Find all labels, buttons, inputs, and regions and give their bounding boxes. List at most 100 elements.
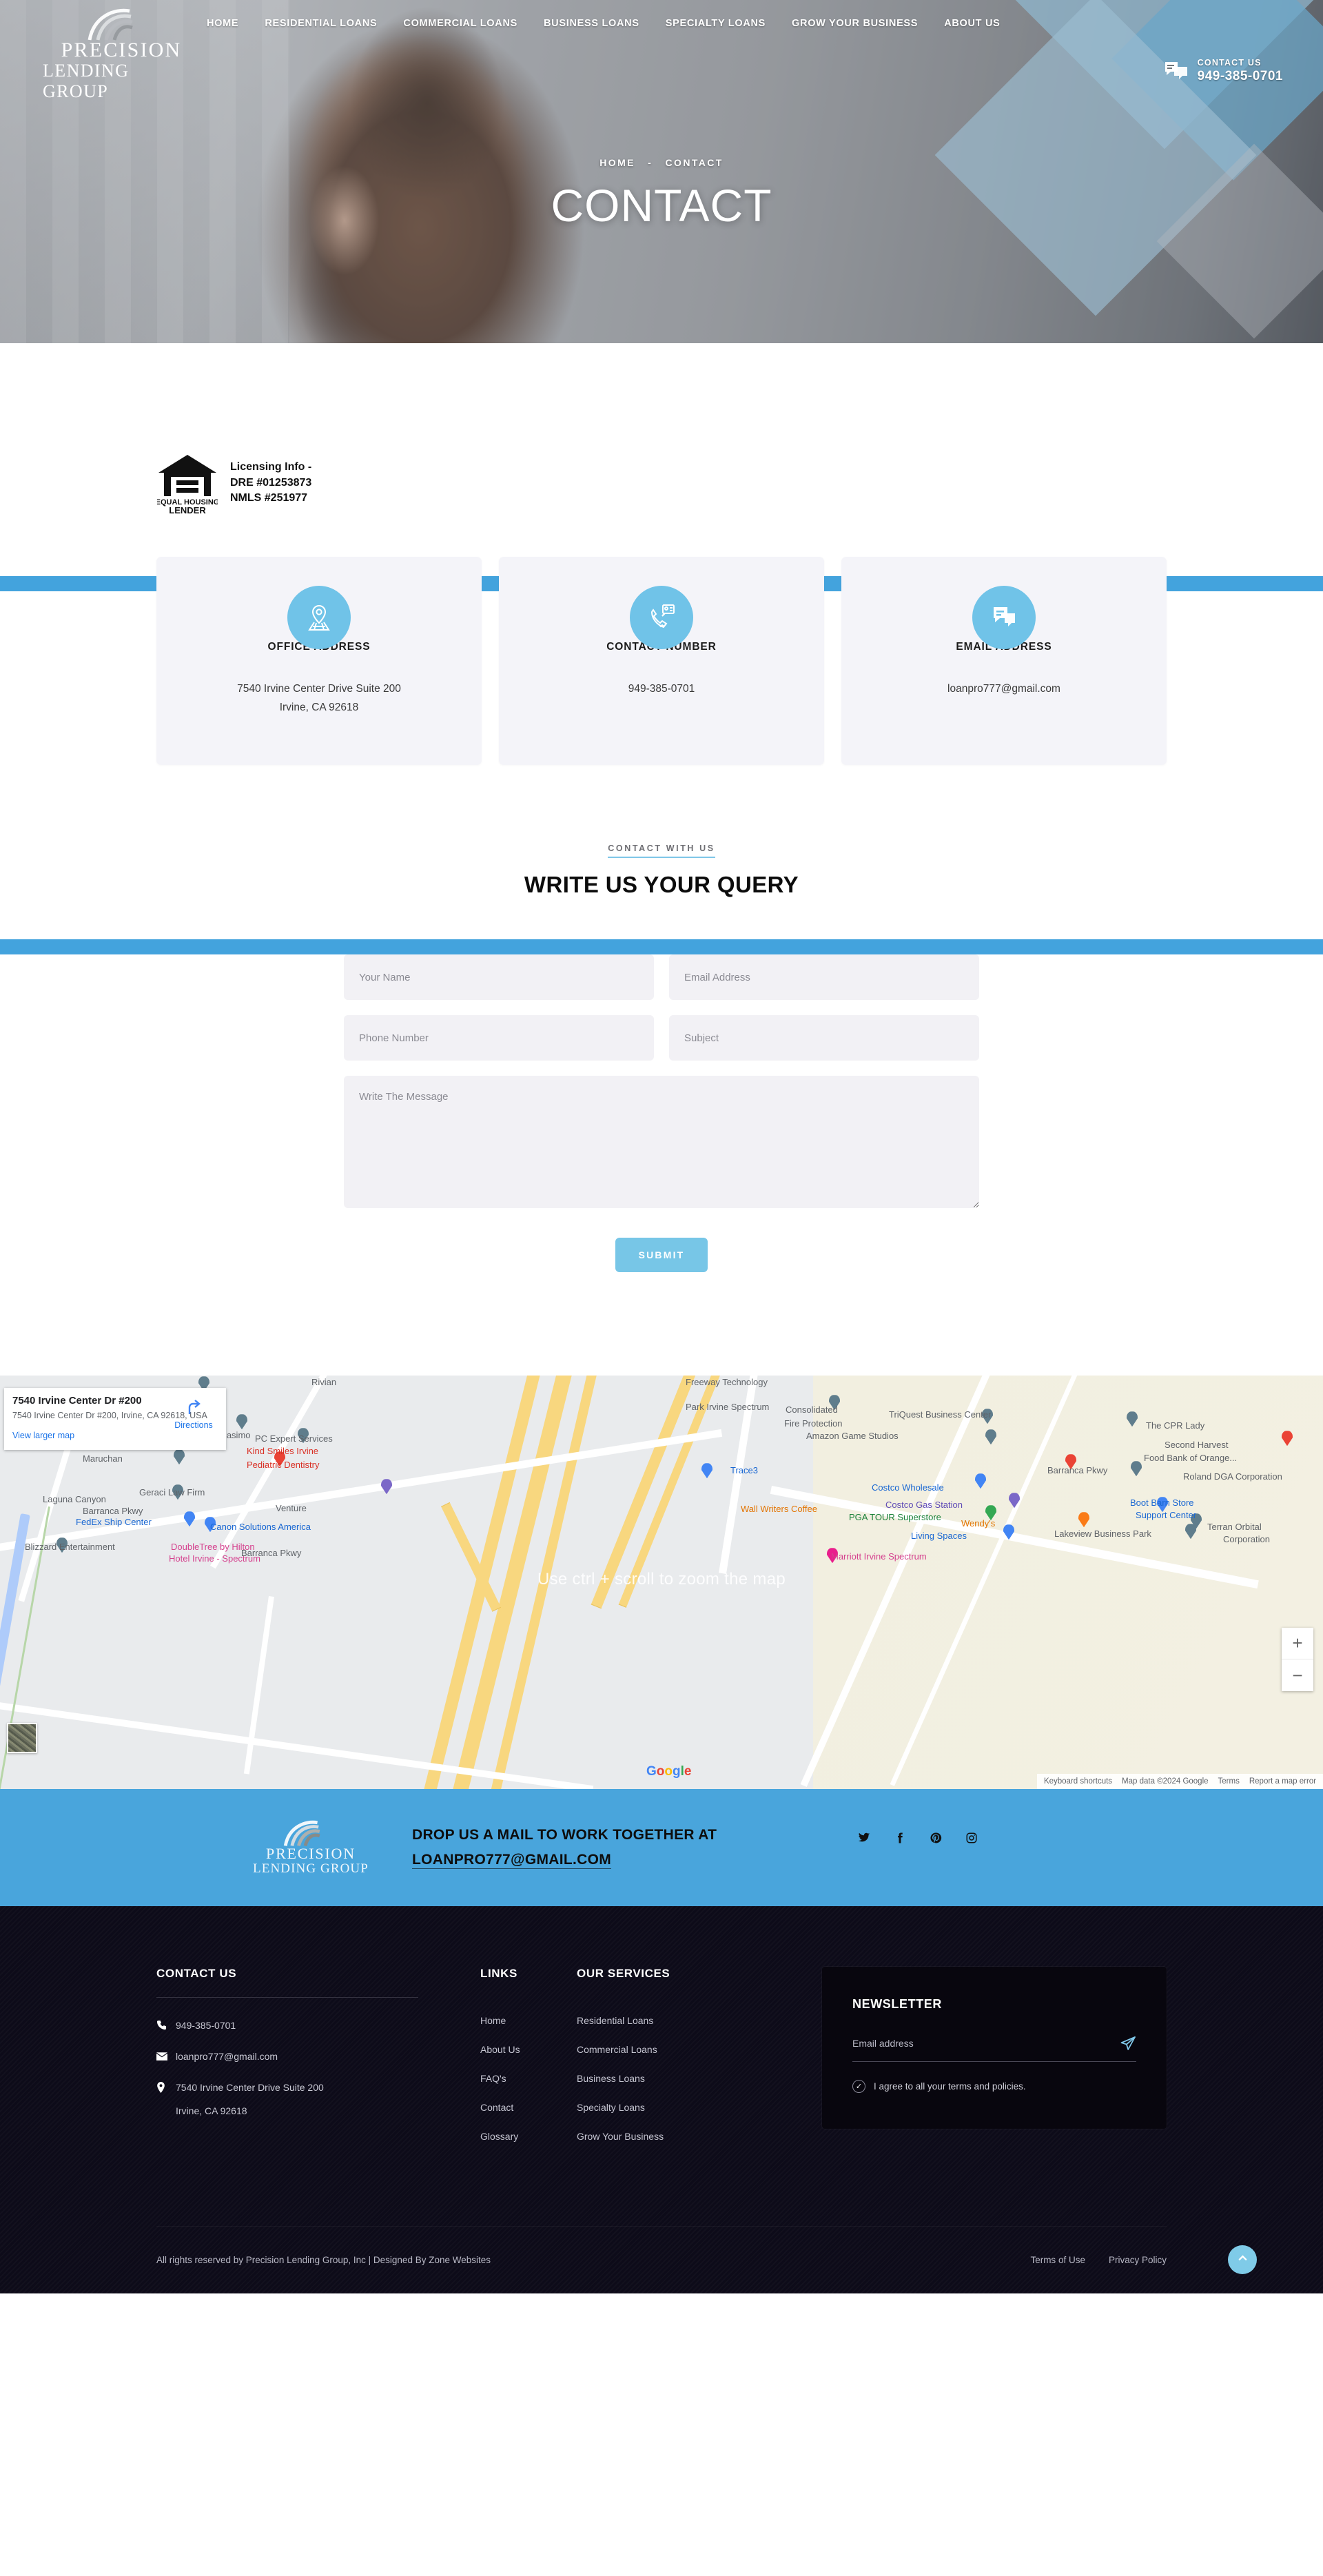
footer-contact-column: CONTACT US 949-385-0701 loanpro777@gmail…	[156, 1967, 453, 2116]
email-input[interactable]	[669, 954, 979, 1001]
nav-item-commercial-loans[interactable]: COMMERCIAL LOANS	[403, 18, 517, 29]
copyright-text: All rights reserved by Precision Lending…	[156, 2255, 491, 2266]
newsletter-agree-row[interactable]: ✓ I agree to all your terms and policies…	[852, 2080, 1136, 2094]
map-label: Laguna Canyon	[43, 1494, 106, 1505]
map-label: Costco Wholesale	[872, 1482, 944, 1493]
privacy-policy-link[interactable]: Privacy Policy	[1109, 2255, 1167, 2265]
section-title: WRITE US YOUR QUERY	[524, 872, 799, 898]
divider	[156, 1997, 418, 1999]
site-footer: CONTACT US 949-385-0701 loanpro777@gmail…	[0, 1906, 1323, 2294]
licensing-line-1: Licensing Info -	[230, 460, 312, 473]
map-zoom-controls[interactable]: + −	[1282, 1628, 1313, 1692]
name-input[interactable]	[344, 954, 654, 1001]
map-data-text: Map data ©2024 Google	[1122, 1777, 1209, 1786]
breadcrumb-current: CONTACT	[665, 157, 724, 168]
footer-link-faqs[interactable]: FAQ's	[480, 2073, 577, 2084]
footer-service-grow-your-business[interactable]: Grow Your Business	[577, 2131, 749, 2142]
footer-links-heading: LINKS	[480, 1967, 517, 1981]
nav-item-business-loans[interactable]: BUSINESS LOANS	[544, 18, 639, 29]
directions-icon	[185, 1400, 203, 1418]
newsletter-email-input[interactable]	[852, 2038, 1120, 2049]
footer-phone-item[interactable]: 949-385-0701	[156, 2018, 453, 2034]
send-icon[interactable]	[1120, 2035, 1136, 2052]
map-label: The CPR Lady	[1146, 1420, 1205, 1431]
map-label: Canon Solutions America	[210, 1522, 311, 1533]
map-info-card: 7540 Irvine Center Dr #200 7540 Irvine C…	[4, 1388, 226, 1450]
footer-service-specialty-loans[interactable]: Specialty Loans	[577, 2102, 749, 2113]
envelope-icon	[156, 2051, 167, 2065]
submit-button[interactable]: SUBMIT	[615, 1238, 708, 1273]
footer-service-commercial-loans[interactable]: Commercial Loans	[577, 2044, 749, 2055]
terms-of-use-link[interactable]: Terms of Use	[1030, 2255, 1085, 2265]
map-zoom-out-button[interactable]: −	[1282, 1659, 1313, 1691]
footer-newsletter-column: NEWSLETTER ✓ I agree to all your terms a…	[749, 1967, 1167, 2129]
facebook-icon[interactable]	[893, 1832, 907, 1844]
terms-link[interactable]: Terms	[1218, 1777, 1240, 1786]
keyboard-shortcuts-link[interactable]: Keyboard shortcuts	[1044, 1777, 1112, 1786]
map-label: Barranca Pkwy	[83, 1506, 143, 1517]
directions-button[interactable]: Directions	[171, 1398, 216, 1430]
footer-link-glossary[interactable]: Glossary	[480, 2131, 577, 2142]
chat-bubbles-icon	[1165, 61, 1188, 81]
map-label: Wall Writers Coffee	[741, 1504, 818, 1515]
breadcrumb-separator: -	[648, 157, 653, 168]
footer-link-about-us[interactable]: About Us	[480, 2044, 577, 2055]
nav-item-about-us[interactable]: ABOUT US	[944, 18, 1000, 29]
footer-link-home[interactable]: Home	[480, 2015, 577, 2026]
map-label: PC Expert Services	[255, 1433, 333, 1444]
scroll-to-top-button[interactable]	[1228, 2245, 1257, 2275]
newsletter-heading: NEWSLETTER	[852, 1997, 942, 2012]
cta-logo-line-2: LENDING GROUP	[253, 1861, 369, 1877]
header-contact-phone[interactable]: 949-385-0701	[1198, 69, 1283, 84]
contact-card-line-1: loanpro777@gmail.com	[947, 683, 1060, 695]
cta-band: PRECISION LENDING GROUP DROP US A MAIL T…	[0, 1789, 1323, 1907]
map-label: Support Center	[1136, 1510, 1197, 1521]
instagram-icon[interactable]	[965, 1832, 978, 1844]
nav-item-home[interactable]: HOME	[207, 18, 238, 29]
map-label: Trace3	[730, 1465, 758, 1476]
checkbox-checked-icon[interactable]: ✓	[852, 2080, 865, 2094]
footer-address-line-2: Irvine, CA 92618	[176, 2105, 247, 2117]
footer-service-residential-loans[interactable]: Residential Loans	[577, 2015, 749, 2026]
section-eyebrow: CONTACT WITH US	[608, 844, 715, 859]
map-label: Corporation	[1223, 1534, 1270, 1545]
satellite-thumbnail-button[interactable]	[7, 1723, 37, 1754]
cta-logo[interactable]: PRECISION LENDING GROUP	[245, 1819, 376, 1877]
phone-icon	[156, 2020, 167, 2034]
map-pin-icon	[287, 586, 351, 649]
cta-email-link[interactable]: LOANPRO777@GMAIL.COM	[412, 1852, 611, 1869]
logo-arc-icon	[283, 1819, 338, 1848]
breadcrumb-home[interactable]: HOME	[599, 157, 635, 168]
nav-item-specialty-loans[interactable]: SPECIALTY LOANS	[666, 18, 766, 29]
footer-service-business-loans[interactable]: Business Loans	[577, 2073, 749, 2084]
pinterest-icon[interactable]	[929, 1832, 943, 1844]
nav-item-residential-loans[interactable]: RESIDENTIAL LOANS	[265, 18, 377, 29]
footer-link-contact[interactable]: Contact	[480, 2102, 577, 2113]
map-label: Venture	[276, 1503, 307, 1514]
report-map-error-link[interactable]: Report a map error	[1249, 1777, 1316, 1786]
map-zoom-in-button[interactable]: +	[1282, 1628, 1313, 1660]
nav-item-grow-your-business[interactable]: GROW YOUR BUSINESS	[792, 18, 918, 29]
view-larger-map-link[interactable]: View larger map	[12, 1431, 74, 1440]
site-logo[interactable]: PRECISION LENDING GROUP	[0, 0, 200, 102]
twitter-icon[interactable]	[857, 1832, 871, 1844]
map-label: Maruchan	[83, 1453, 123, 1464]
logo-arc-icon	[87, 7, 156, 41]
map-label: Consolidated	[786, 1404, 838, 1415]
site-header: PRECISION LENDING GROUP HOME RESIDENTIAL…	[0, 0, 1323, 101]
google-map[interactable]: 7540 Irvine Center Dr #200 7540 Irvine C…	[0, 1376, 1323, 1790]
message-textarea[interactable]	[344, 1076, 979, 1209]
header-contact-label: CONTACT US	[1197, 58, 1262, 68]
header-contact-us[interactable]: CONTACT US 949-385-0701	[1165, 58, 1283, 84]
map-label: Second Harvest	[1165, 1440, 1229, 1451]
phone-input[interactable]	[344, 1015, 654, 1061]
footer-email-value: loanpro777@gmail.com	[176, 2051, 278, 2063]
licensing-line-2: DRE #01253873	[230, 476, 312, 489]
map-label: Pediatric Dentistry	[247, 1460, 320, 1471]
map-label: Food Bank of Orange...	[1144, 1453, 1238, 1464]
footer-email-item[interactable]: loanpro777@gmail.com	[156, 2049, 453, 2065]
subject-input[interactable]	[669, 1015, 979, 1061]
map-attribution: Keyboard shortcuts Map data ©2024 Google…	[1036, 1774, 1323, 1790]
map-label: Barranca Pkwy	[1047, 1465, 1108, 1476]
newsletter-box: NEWSLETTER ✓ I agree to all your terms a…	[822, 1967, 1167, 2129]
